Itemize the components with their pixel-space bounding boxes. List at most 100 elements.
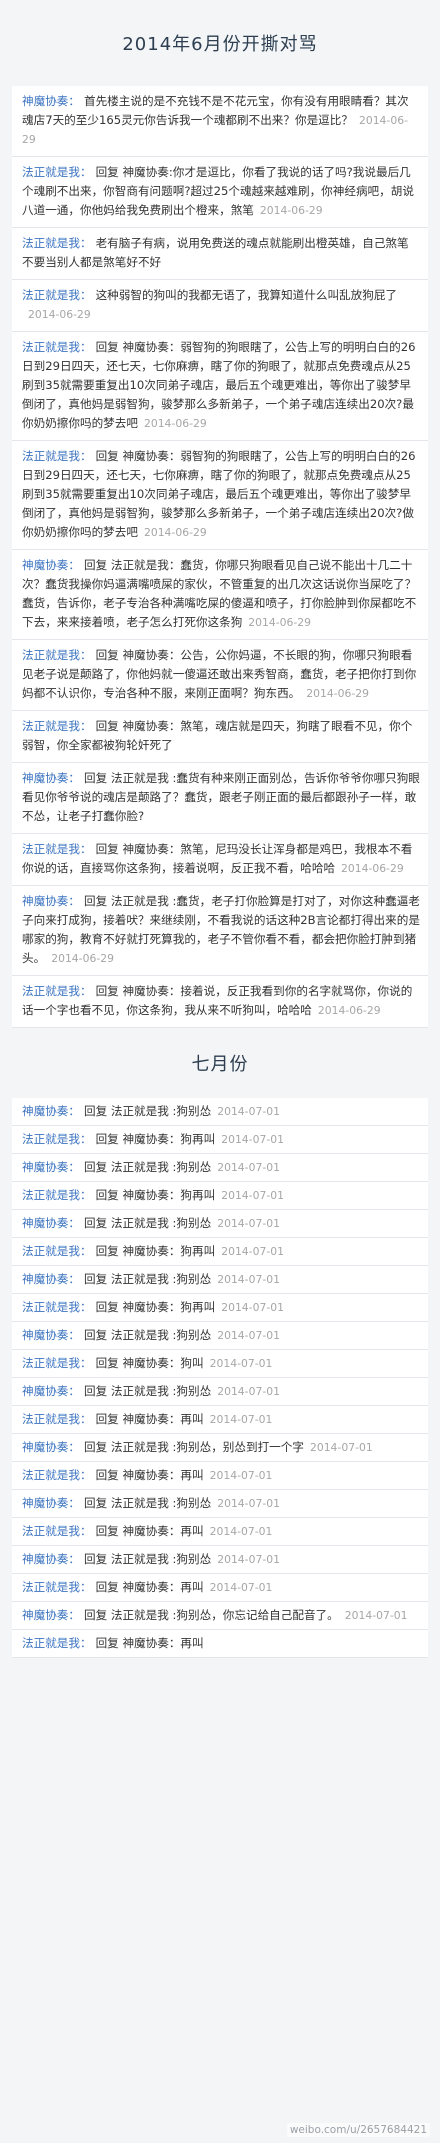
comment-text: 回复 法正就是我 :狗别怂	[83, 1160, 212, 1174]
comment-timestamp: 2014-07-01	[217, 1553, 280, 1566]
comment-text: 回复 法正就是我 :狗别怂	[83, 1384, 212, 1398]
comment-row: 神魔协奏： 回复 法正就是我 :狗别怂 2014-07-01	[12, 1322, 428, 1350]
comment-text: 回复 法正就是我 :狗别怂	[83, 1496, 212, 1510]
july-section-title: 七月份	[191, 1054, 249, 1075]
comment-row: 神魔协奏： 回复 法正就是我 :狗别怂 2014-07-01	[12, 1098, 428, 1126]
comment-timestamp: 2014-07-01	[209, 1581, 273, 1594]
comment-text: 回复 法正就是我 :狗别怂，别怂到打一个字	[83, 1440, 304, 1454]
comment-timestamp: 2014-07-01	[209, 1469, 273, 1482]
comment-author-link[interactable]: 法正就是我：	[22, 1580, 92, 1594]
comment-row: 法正就是我： 回复 神魔协奏：煞笔，尼玛没长让浑身都是鸡巴，我根本不看你说的话，直…	[12, 834, 428, 886]
comment-text: 回复 法正就是我 :狗别怂	[83, 1104, 212, 1118]
comment-author-link[interactable]: 神魔协奏：	[22, 558, 80, 572]
comment-author-link[interactable]: 神魔协奏：	[22, 1160, 80, 1174]
comment-row: 神魔协奏： 回复 法正就是我 :狗别怂 2014-07-01	[12, 1378, 428, 1406]
comment-timestamp: 2014-06-29	[341, 862, 404, 875]
comment-row: 法正就是我： 回复 神魔协奏：狗再叫 2014-07-01	[12, 1238, 428, 1266]
comment-text: 回复 法正就是我 :狗别怂	[83, 1216, 212, 1230]
comment-timestamp: 2014-06-29	[28, 308, 91, 321]
comment-row: 法正就是我： 回复 神魔协奏：弱智狗的狗眼瞎了，公告上写的明明白白的26日到29日…	[12, 441, 428, 550]
june-section-title: 2014年6月份开撕对骂	[122, 34, 318, 55]
comment-author-link[interactable]: 神魔协奏：	[22, 1104, 80, 1118]
comment-row: 神魔协奏： 回复 法正就是我：蠢货，你哪只狗眼看见自己说不能出十几二十次？蠢货我操…	[12, 550, 428, 640]
comment-timestamp: 2014-06-29	[248, 616, 312, 629]
comment-author-link[interactable]: 神魔协奏：	[22, 94, 80, 108]
comment-row: 法正就是我： 回复 神魔协奏：再叫 2014-07-01	[12, 1574, 428, 1602]
comment-text: 这种弱智的狗叫的我都无语了，我算知道什么叫乱放狗屁了	[95, 288, 398, 302]
comment-timestamp: 2014-06-29	[259, 204, 323, 217]
comment-timestamp: 2014-07-01	[209, 1413, 273, 1426]
comment-text: 回复 神魔协奏：再叫	[95, 1412, 204, 1426]
comment-timestamp: 2014-07-01	[309, 1441, 373, 1454]
comment-row: 神魔协奏： 回复 法正就是我 :狗别怂 2014-07-01	[12, 1490, 428, 1518]
comment-timestamp: 2014-07-01	[217, 1105, 280, 1118]
comment-author-link[interactable]: 法正就是我：	[22, 236, 92, 250]
comment-row: 法正就是我： 老有脑子有病，说用免费送的魂点就能刷出橙英雄，自己煞笔不要当别人都是…	[12, 228, 428, 280]
comment-timestamp: 2014-07-01	[217, 1273, 280, 1286]
comment-author-link[interactable]: 神魔协奏：	[22, 771, 80, 785]
comment-author-link[interactable]: 神魔协奏：	[22, 1328, 80, 1342]
comment-author-link[interactable]: 法正就是我：	[22, 984, 92, 998]
comment-timestamp: 2014-06-29	[143, 417, 207, 430]
comment-text: 回复 神魔协奏：再叫	[95, 1524, 204, 1538]
comment-row: 神魔协奏： 首先楼主说的是不充钱不是不花元宝，你有没有用眼睛看？其次魂店7天的至少…	[12, 86, 428, 157]
comment-author-link[interactable]: 法正就是我：	[22, 1524, 92, 1538]
comment-timestamp: 2014-07-01	[221, 1301, 284, 1314]
comment-timestamp: 2014-06-29	[51, 952, 114, 965]
comment-author-link[interactable]: 神魔协奏：	[22, 1384, 80, 1398]
comment-row: 神魔协奏： 回复 法正就是我 :狗别怂，你忘记给自己配音了。 2014-07-01	[12, 1602, 428, 1630]
comment-author-link[interactable]: 法正就是我：	[22, 1356, 92, 1370]
comment-author-link[interactable]: 法正就是我：	[22, 1132, 92, 1146]
comment-author-link[interactable]: 神魔协奏：	[22, 1216, 80, 1230]
comment-author-link[interactable]: 神魔协奏：	[22, 1440, 80, 1454]
comment-text: 回复 法正就是我：蠢货，你哪只狗眼看见自己说不能出十几二十次？蠢货我操你妈逼满嘴…	[22, 558, 417, 629]
comment-row: 法正就是我： 回复 神魔协奏：再叫	[12, 1630, 428, 1658]
comment-row: 法正就是我： 回复 神魔协奏：狗叫 2014-07-01	[12, 1350, 428, 1378]
comment-row: 法正就是我： 回复 神魔协奏：狗再叫 2014-07-01	[12, 1182, 428, 1210]
comment-text: 回复 法正就是我 :狗别怂	[83, 1552, 212, 1566]
comment-author-link[interactable]: 神魔协奏：	[22, 1496, 80, 1510]
comment-row: 法正就是我： 回复 神魔协奏：狗再叫 2014-07-01	[12, 1126, 428, 1154]
comment-row: 神魔协奏： 回复 法正就是我 :狗别怂 2014-07-01	[12, 1154, 428, 1182]
comment-author-link[interactable]: 法正就是我：	[22, 288, 92, 302]
comment-timestamp: 2014-07-01	[217, 1161, 280, 1174]
comment-author-link[interactable]: 法正就是我：	[22, 1300, 92, 1314]
comment-author-link[interactable]: 法正就是我：	[22, 719, 92, 733]
comment-text: 回复 神魔协奏：狗再叫	[95, 1188, 216, 1202]
comment-author-link[interactable]: 法正就是我：	[22, 340, 92, 354]
july-comment-list: 神魔协奏： 回复 法正就是我 :狗别怂 2014-07-01 法正就是我： 回复 神魔协…	[12, 1098, 428, 1658]
comment-row: 法正就是我： 这种弱智的狗叫的我都无语了，我算知道什么叫乱放狗屁了 2014-06-…	[12, 280, 428, 332]
comment-row: 法正就是我： 回复 神魔协奏：煞笔，魂店就是四天，狗瞎了眼看不见，你个弱智，你全家…	[12, 711, 428, 763]
comment-author-link[interactable]: 法正就是我：	[22, 449, 92, 463]
comment-timestamp: 2014-07-01	[209, 1357, 273, 1370]
comment-text: 回复 神魔协奏：狗再叫	[95, 1132, 216, 1146]
comment-author-link[interactable]: 神魔协奏：	[22, 1552, 80, 1566]
comment-timestamp: 2014-07-01	[221, 1245, 284, 1258]
comment-timestamp: 2014-07-01	[344, 1609, 408, 1622]
comment-author-link[interactable]: 法正就是我：	[22, 1636, 92, 1650]
comment-text: 回复 神魔协奏：再叫	[95, 1580, 204, 1594]
comment-author-link[interactable]: 法正就是我：	[22, 1468, 92, 1482]
comment-author-link[interactable]: 神魔协奏：	[22, 1608, 80, 1622]
comment-row: 神魔协奏： 回复 法正就是我 :蠢货有种来刚正面别怂，告诉你爷爷你哪只狗眼看见你爷…	[12, 763, 428, 834]
comment-row: 神魔协奏： 回复 法正就是我 :狗别怂 2014-07-01	[12, 1266, 428, 1294]
comment-author-link[interactable]: 法正就是我：	[22, 1244, 92, 1258]
comment-row: 神魔协奏： 回复 法正就是我 :狗别怂，别怂到打一个字 2014-07-01	[12, 1434, 428, 1462]
comment-text: 回复 神魔协奏：狗再叫	[95, 1244, 216, 1258]
comment-text: 回复 神魔协奏：狗再叫	[95, 1300, 216, 1314]
comment-author-link[interactable]: 神魔协奏：	[22, 1272, 80, 1286]
weibo-watermark: weibo.com/u/2657684421	[286, 2123, 430, 2137]
comment-text: 回复 法正就是我 :蠢货有种来刚正面别怂，告诉你爷爷你哪只狗眼看见你爷爷说的魂店…	[22, 771, 420, 823]
comment-author-link[interactable]: 法正就是我：	[22, 842, 92, 856]
comment-author-link[interactable]: 神魔协奏：	[22, 894, 80, 908]
comment-author-link[interactable]: 法正就是我：	[22, 1412, 92, 1426]
comment-timestamp: 2014-06-29	[143, 526, 207, 539]
comment-row: 法正就是我： 回复 神魔协奏：狗再叫 2014-07-01	[12, 1294, 428, 1322]
comment-timestamp: 2014-07-01	[217, 1385, 280, 1398]
june-comment-list: 神魔协奏： 首先楼主说的是不充钱不是不花元宝，你有没有用眼睛看？其次魂店7天的至少…	[12, 86, 428, 1028]
comment-author-link[interactable]: 法正就是我：	[22, 648, 92, 662]
comment-author-link[interactable]: 法正就是我：	[22, 165, 92, 179]
comment-timestamp: 2014-07-01	[209, 1525, 273, 1538]
comment-author-link[interactable]: 法正就是我：	[22, 1188, 92, 1202]
comment-row: 法正就是我： 回复 神魔协奏：接着说，反正我看到你的名字就骂你，你说的话一个字也看…	[12, 976, 428, 1028]
